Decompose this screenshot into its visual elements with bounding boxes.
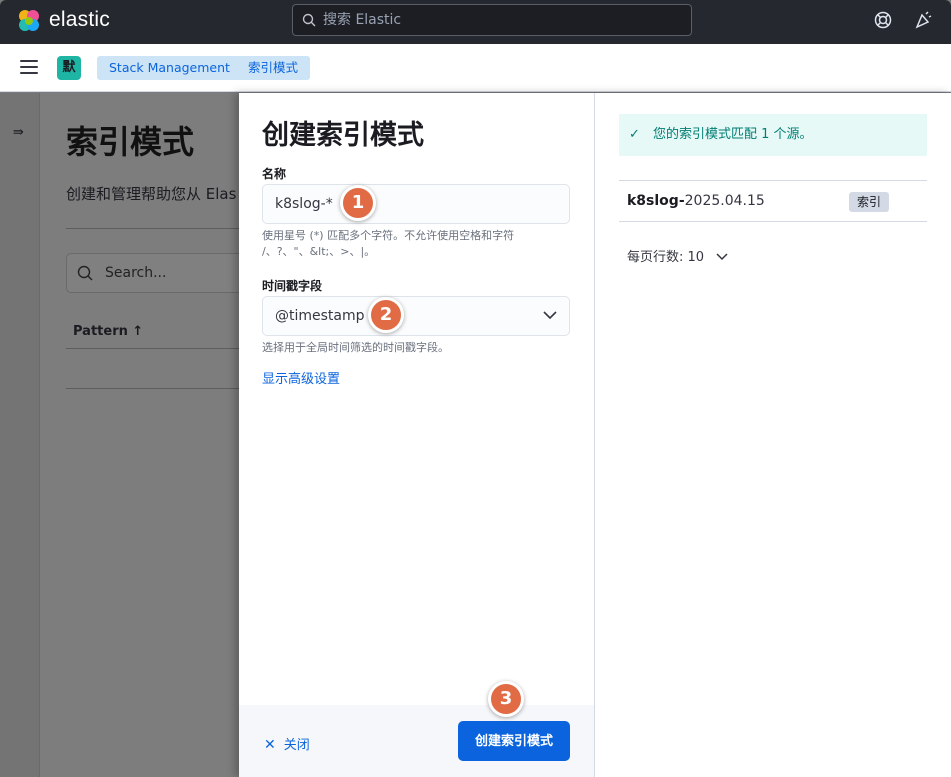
close-label: 关闭 [283,738,310,753]
step-marker-2: 2 [368,297,404,333]
name-label: 名称 [262,167,287,181]
breadcrumb-stack-management[interactable]: Stack Management [97,56,252,80]
search-icon [302,13,316,27]
name-input[interactable]: k8slog-* [262,184,570,224]
flyout-footer: ✕ 关闭 创建索引模式 [239,705,594,777]
matched-source-suffix: 2025.04.15 [684,193,765,209]
create-index-pattern-button[interactable]: 创建索引模式 [458,721,570,761]
hamburger-menu-icon[interactable] [20,60,38,76]
check-icon: ✓ [629,127,640,142]
timestamp-label: 时间戳字段 [262,279,323,293]
rows-per-page-label: 每页行数: 10 [627,250,705,265]
expand-sidebar-icon[interactable]: ⇛ [13,125,24,140]
timestamp-help-text: 选择用于全局时间筛选的时间戳字段。 [262,341,449,354]
search-placeholder: Search... [105,265,167,281]
source-type-badge: 索引 [849,192,890,212]
step-marker-1: 1 [340,185,376,221]
callout-text: 您的索引模式匹配 1 个源。 [653,127,813,142]
rows-per-page-selector[interactable]: 每页行数: 10 [627,246,728,265]
show-advanced-settings-link[interactable]: 显示高级设置 [262,368,340,387]
help-icon[interactable] [873,10,893,30]
newsfeed-icon[interactable] [913,10,933,30]
divider [619,221,927,222]
divider [66,388,246,389]
global-search[interactable] [292,4,692,36]
chevron-down-icon [543,311,557,320]
chevron-down-icon [716,253,728,261]
flyout-title: 创建索引模式 [262,120,424,151]
brand-name[interactable]: elastic [49,8,110,32]
close-icon: ✕ [264,737,276,753]
flyout-form-column: 创建索引模式 名称 k8slog-* 使用星号 (*) 匹配多个字符。不允许使用… [239,93,595,777]
timestamp-select[interactable]: @timestamp [262,296,570,336]
close-button[interactable]: ✕ 关闭 [264,734,310,753]
step-marker-3: 3 [488,681,524,717]
matched-source-name: k8slog-2025.04.15 [627,193,765,209]
name-help-text: 使用星号 (*) 匹配多个字符。不允许使用空格和字符 /、?、"、&lt;、>、… [262,229,515,258]
divider [66,348,246,349]
collapsed-sidebar: ⇛ [0,93,40,777]
divider [619,180,927,181]
top-header: elastic [0,0,951,44]
pattern-search[interactable]: Search... [66,253,246,293]
elastic-logo-icon[interactable] [16,8,42,34]
matched-source-prefix: k8slog- [627,193,685,209]
column-header-pattern[interactable]: Pattern ↑ [73,324,143,339]
search-input[interactable] [323,5,683,35]
divider [66,228,246,229]
search-icon [77,265,93,281]
match-success-callout: ✓ 您的索引模式匹配 1 个源。 [619,114,927,156]
space-avatar[interactable]: 默 [57,56,81,80]
timestamp-value: @timestamp [275,308,365,324]
page-description: 创建和管理帮助您从 Elas [66,185,237,203]
page-title: 索引模式 [66,123,195,161]
breadcrumb-index-patterns: 索引模式 [235,56,311,80]
breadcrumb-bar: 默 Stack Management 索引模式 [0,44,951,92]
